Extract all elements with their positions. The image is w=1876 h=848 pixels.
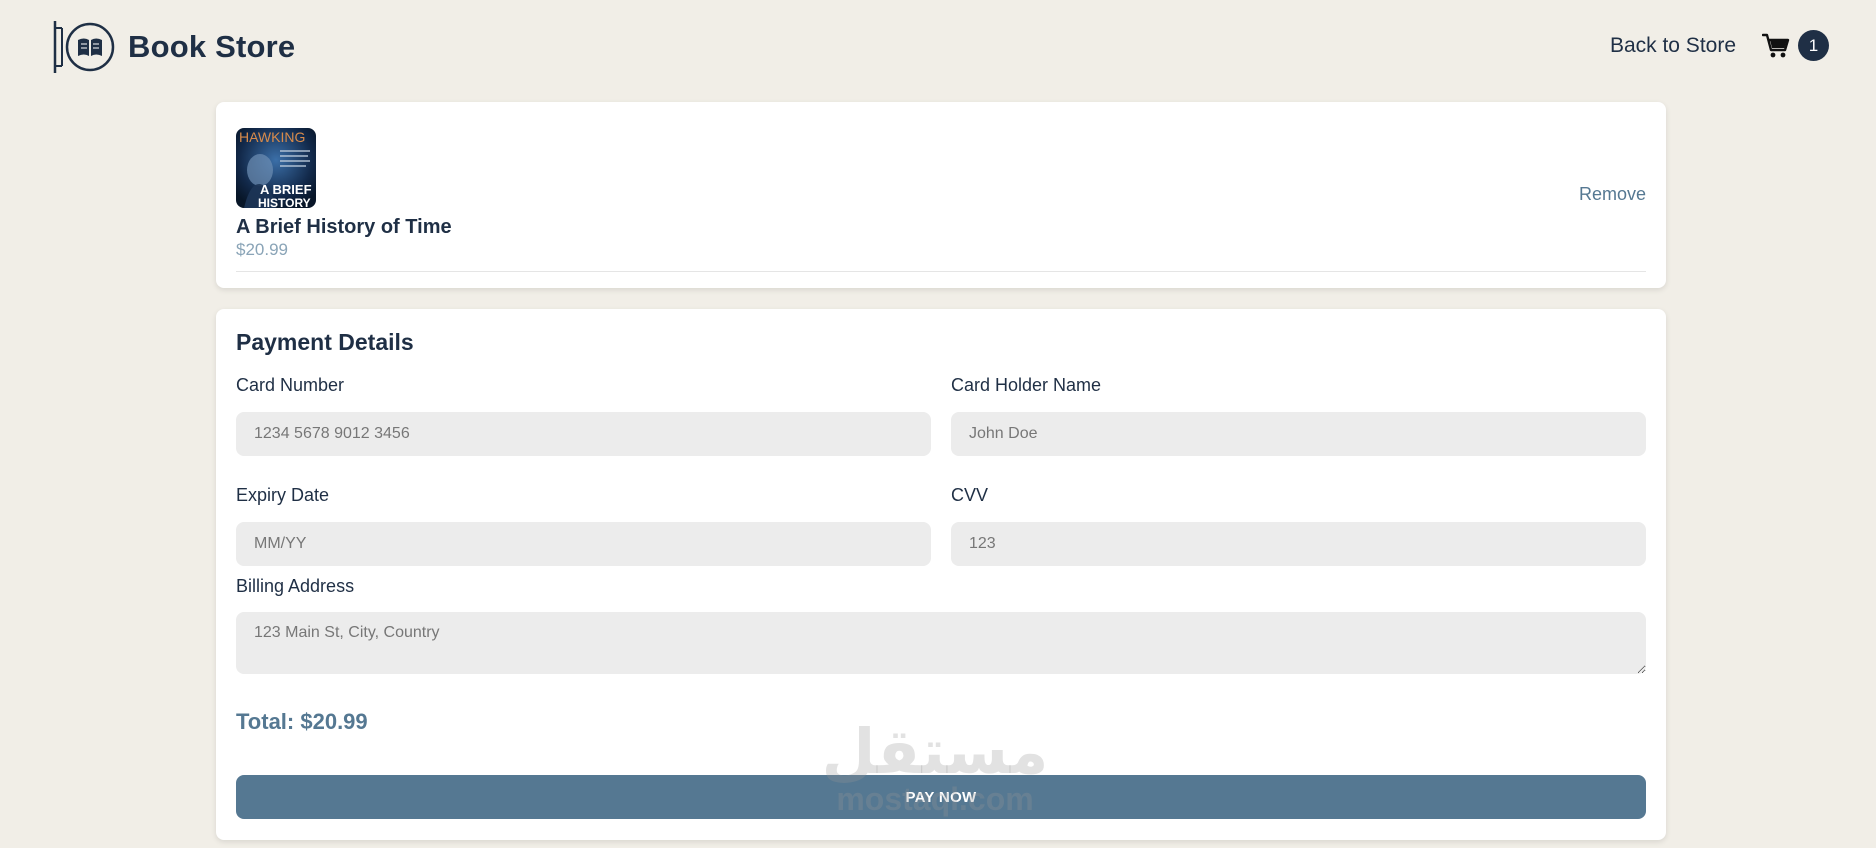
book-cover-image: HAWKING A BRIEF HISTORY xyxy=(236,128,316,208)
payment-title: Payment Details xyxy=(236,329,414,355)
svg-text:HISTORY: HISTORY xyxy=(258,196,311,208)
payment-panel: Payment Details Card Number Card Holder … xyxy=(216,309,1666,840)
expiry-date-input[interactable] xyxy=(236,522,931,566)
expiry-date-label: Expiry Date xyxy=(236,485,330,505)
svg-text:A BRIEF: A BRIEF xyxy=(260,182,312,197)
order-total: Total: $20.99 xyxy=(236,709,368,734)
back-to-store-link[interactable]: Back to Store xyxy=(1610,34,1736,58)
card-holder-label: Card Holder Name xyxy=(951,375,1102,395)
logo-link[interactable]: Book Store xyxy=(52,20,295,74)
cvv-label: CVV xyxy=(951,485,989,505)
cover-author-text: HAWKING xyxy=(239,129,305,145)
pay-now-button[interactable]: PAY NOW xyxy=(236,775,1646,819)
billing-address-label: Billing Address xyxy=(236,576,355,596)
cvv-input[interactable] xyxy=(951,522,1646,566)
cart-count-badge: 1 xyxy=(1798,30,1829,61)
book-sign-icon xyxy=(53,21,115,73)
billing-address-input[interactable] xyxy=(236,612,1646,674)
card-number-input[interactable] xyxy=(236,412,931,456)
book-title: A Brief History of Time xyxy=(236,216,452,238)
card-number-label: Card Number xyxy=(236,375,345,395)
cart-panel: HAWKING A BRIEF HISTORY A Brief History … xyxy=(216,102,1666,288)
top-header: Book Store Back to Store 1 xyxy=(0,0,1876,92)
cart-button[interactable]: 1 xyxy=(1762,30,1829,61)
book-price: $20.99 xyxy=(236,240,288,259)
card-holder-input[interactable] xyxy=(951,412,1646,456)
remove-item-button[interactable]: Remove xyxy=(1579,184,1646,205)
shopping-cart-icon xyxy=(1762,33,1790,57)
brand-name: Book Store xyxy=(128,29,296,64)
cart-item: HAWKING A BRIEF HISTORY A Brief History … xyxy=(236,128,1646,272)
